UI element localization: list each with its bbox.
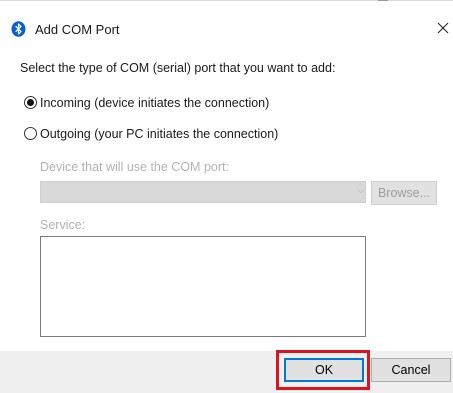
window-title: Add COM Port [35,22,120,37]
outgoing-radio-label[interactable]: Outgoing (your PC initiates the connecti… [40,127,278,141]
ok-button-highlight [276,350,370,390]
incoming-radio-label[interactable]: Incoming (device initiates the connectio… [40,96,269,110]
close-icon[interactable] [434,18,452,38]
instruction-text: Select the type of COM (serial) port tha… [20,61,336,75]
chevron-down-icon: ⌵ [357,185,365,196]
service-input[interactable] [40,236,366,337]
service-label: Service: [40,218,86,232]
device-select[interactable] [40,181,366,203]
device-label: Device that will use the COM port: [40,160,229,174]
browse-button[interactable]: Browse... [371,181,437,205]
cancel-button[interactable]: Cancel [371,358,451,382]
bluetooth-icon [11,21,26,37]
incoming-radio[interactable] [24,96,37,109]
outgoing-radio[interactable] [24,127,37,140]
